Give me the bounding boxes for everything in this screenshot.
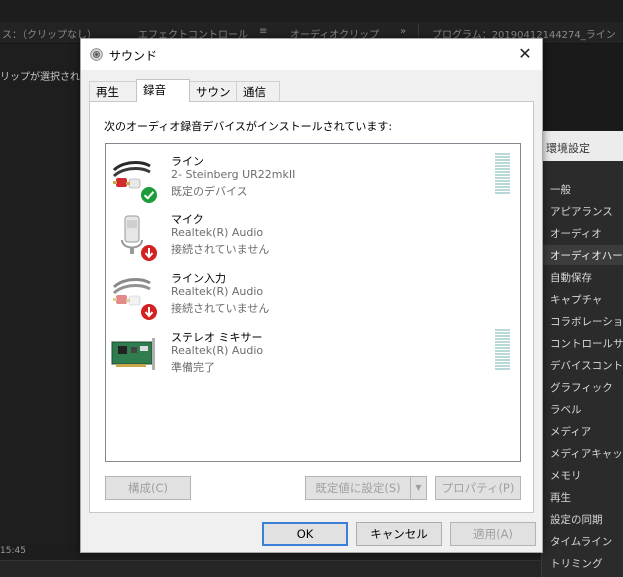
preferences-category-item[interactable]: 設定の同期 [542,509,623,529]
level-meter [495,329,510,373]
sound-dialog: サウンド ✕ 再生 録音 サウンド 通信 次のオーディオ録音デバイスがインストー… [80,38,543,553]
preferences-category-item[interactable]: ラベル [542,399,623,419]
tab-playback[interactable]: 再生 [89,81,137,101]
preferences-category-item[interactable]: デバイスコントロール [542,355,623,375]
cancel-button[interactable]: キャンセル [356,522,442,546]
apply-button[interactable]: 適用(A) [450,522,536,546]
disconnected-arrow-icon [140,303,158,321]
device-status: 接続されていません [171,243,270,256]
disconnected-arrow-icon [140,244,158,262]
preferences-category-item[interactable]: メディア [542,421,623,441]
speaker-icon [90,48,103,61]
device-driver: Realtek(R) Audio [171,344,264,357]
tab-sounds[interactable]: サウンド [189,81,237,115]
device-status: 準備完了 [171,361,215,374]
preferences-category-item[interactable]: 一般 [542,179,623,199]
ok-button[interactable]: OK [262,522,348,546]
preferences-category-item[interactable]: メディアキャッシュ [542,443,623,463]
tab-recording[interactable]: 録音 [136,79,190,102]
preferences-category-item[interactable]: コラボレーション [542,311,623,331]
source-panel [0,44,80,544]
preferences-category-item[interactable]: 再生 [542,487,623,507]
timecode: 15:45 [0,546,26,556]
tab-communications[interactable]: 通信 [236,81,280,101]
set-default-button[interactable]: 既定値に設定(S) [305,476,411,500]
default-check-icon [140,186,158,204]
device-driver: 2- Steinberg UR22mkII [171,168,296,181]
device-driver: Realtek(R) Audio [171,285,264,298]
panel-overflow-icon[interactable]: » [400,26,406,37]
properties-button[interactable]: プロパティ(P) [435,476,521,500]
device-item-stereo-mixer[interactable]: ステレオ ミキサー Realtek(R) Audio 準備完了 [106,323,520,381]
preferences-category-item[interactable]: メモリ [542,465,623,485]
preferences-title: 環境設定 [542,131,623,161]
sound-card-icon [111,338,155,370]
preferences-category-item[interactable]: タイムライン [542,531,623,551]
device-item-line[interactable]: ライン 2- Steinberg UR22mkII 既定のデバイス [106,147,520,205]
preferences-category-item[interactable]: アピアランス [542,201,623,221]
preferences-panel: 環境設定 一般アピアランスオーディオオーディオハード自動保存キャプチャコラボレー… [541,131,623,577]
dialog-titlebar[interactable]: サウンド ✕ [81,39,542,70]
preferences-category-item[interactable]: オーディオ [542,223,623,243]
device-item-line-in[interactable]: ライン入力 Realtek(R) Audio 接続されていません [106,264,520,322]
preferences-category-item[interactable]: グラフィック [542,377,623,397]
recording-tab-page: 次のオーディオ録音デバイスがインストールされています: ライン 2- Stein [89,101,534,513]
preferences-category-item[interactable]: トリミング [542,553,623,573]
preferences-category-item[interactable]: コントロールサーフ [542,333,623,353]
level-meter [495,153,510,197]
device-name: ライン入力 [171,272,226,285]
preferences-category-item[interactable]: オーディオハード [542,245,623,265]
device-list-instruction: 次のオーディオ録音デバイスがインストールされています: [104,120,393,133]
preferences-category-item[interactable]: 自動保存 [542,267,623,287]
bottom-panel-bar [0,560,623,577]
preferences-category-item[interactable]: キャプチャ [542,289,623,309]
no-clip-selected-text: リップが選択されて [0,72,90,83]
device-name: マイク [171,213,204,226]
recording-device-list[interactable]: ライン 2- Steinberg UR22mkII 既定のデバイス マイク Re… [105,143,521,462]
device-name: ステレオ ミキサー [171,331,263,344]
device-name: ライン [171,155,204,168]
close-button[interactable]: ✕ [513,43,537,65]
panel-menu-icon[interactable]: ≡ [259,26,267,37]
device-status: 既定のデバイス [171,185,248,198]
device-status: 接続されていません [171,302,270,315]
device-item-mic[interactable]: マイク Realtek(R) Audio 接続されていません [106,205,520,263]
set-default-dropdown-arrow[interactable]: ▼ [410,476,427,500]
device-driver: Realtek(R) Audio [171,226,264,239]
dialog-title: サウンド [109,49,158,63]
configure-button[interactable]: 構成(C) [105,476,191,500]
